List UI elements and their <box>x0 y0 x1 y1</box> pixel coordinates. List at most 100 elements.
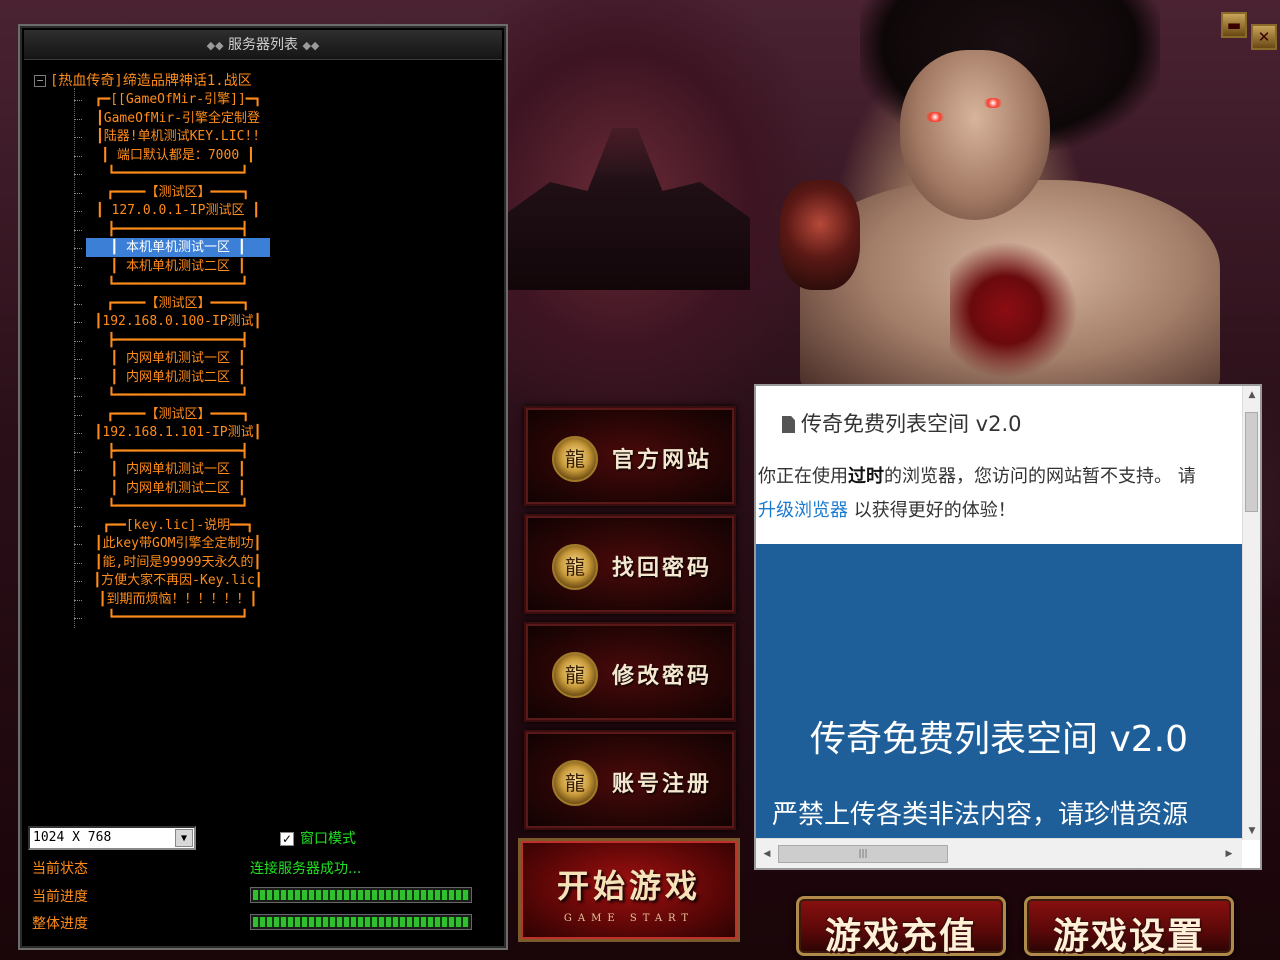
tree-item[interactable]: ┃ 127.0.0.1-IP测试区 ┃ <box>86 201 270 220</box>
browser-content: 传奇免费列表空间 v2.0 你正在使用过时的浏览器，您访问的网站暂不支持。 请 … <box>756 386 1242 840</box>
tree-item[interactable]: ┃到期而烦恼！！！！！！┃ <box>86 590 270 609</box>
tree-item[interactable]: ┃ 内网单机测试二区 ┃ <box>86 368 270 387</box>
tree-connector <box>74 322 82 323</box>
tree-item[interactable]: ┏━━━━【测试区】━━━━┓ <box>86 405 270 424</box>
official-site-label: 官方网站 <box>612 447 713 473</box>
current-progress-bar <box>250 887 472 903</box>
close-button[interactable]: ✕ <box>1251 24 1277 50</box>
upgrade-notice-suffix: 以获得更好的体验！ <box>848 500 1016 521</box>
tree-item[interactable]: ┃陆器!单机测试KEY.LIC!! <box>86 127 270 146</box>
tree-item[interactable]: ┃ 端口默认都是：7000 ┃ <box>86 146 270 165</box>
upgrade-browser-link[interactable]: 升级浏览器 <box>758 500 848 521</box>
notice-suffix: 的浏览器，您访问的网站暂不支持。 请 <box>884 466 1196 487</box>
checkbox-check-icon[interactable]: ✓ <box>280 832 294 846</box>
tree-item[interactable]: ┣━━━━━━━━━━━━━━━━┫ <box>86 331 270 350</box>
tree-item[interactable]: ┃192.168.0.100-IP测试┃ <box>86 312 270 331</box>
dragon-emblem-icon: 龍 <box>552 652 598 698</box>
overall-progress-fill <box>253 917 469 927</box>
tree-connector <box>74 581 82 582</box>
start-game-sublabel: GAME START <box>563 913 695 924</box>
tree-connector <box>74 526 82 527</box>
scroll-down-icon[interactable]: ▼ <box>1243 822 1261 840</box>
tree-connector <box>74 156 82 157</box>
tree-item[interactable]: ┗━━━━━━━━━━━━━━━━┛ <box>86 275 270 294</box>
diamond-ornament-icon: ◆◆ <box>302 39 320 52</box>
scroll-left-icon[interactable]: ◀ <box>760 845 774 863</box>
window-mode-label: 窗口模式 <box>300 831 356 847</box>
tree-connector <box>74 230 82 231</box>
outdated-browser-notice: 你正在使用过时的浏览器，您访问的网站暂不支持。 请 <box>758 462 1196 488</box>
change-password-button[interactable]: 龍 修改密码 <box>524 622 736 722</box>
tree-connector <box>74 359 82 360</box>
tree-item[interactable]: ┣━━━━━━━━━━━━━━━━┫ <box>86 220 270 239</box>
tree-connector <box>74 452 82 453</box>
upgrade-notice: 升级浏览器 以获得更好的体验！ <box>758 496 1016 522</box>
resolution-select[interactable]: 1024 X 768 ▼ <box>28 826 196 850</box>
tree-item[interactable]: ┏━━━━【测试区】━━━━┓ <box>86 183 270 202</box>
minimize-button[interactable]: ▬ <box>1221 12 1247 38</box>
collapse-icon[interactable]: − <box>34 75 46 87</box>
notice-bold: 过时 <box>848 466 884 487</box>
tree-item[interactable]: ┗━━━━━━━━━━━━━━━━┛ <box>86 386 270 405</box>
tree-item[interactable]: ┃ 本机单机测试一区 ┃ <box>86 238 270 257</box>
embedded-browser: 传奇免费列表空间 v2.0 你正在使用过时的浏览器，您访问的网站暂不支持。 请 … <box>754 384 1262 870</box>
tree-connector <box>74 433 82 434</box>
vertical-scroll-thumb[interactable] <box>1245 412 1258 512</box>
server-list-panel: ◆◆ 服务器列表 ◆◆ − [热血传奇]缔造品牌神话1.战区 ┏━[[GameOf… <box>18 24 508 950</box>
tree-item[interactable]: ┃ 内网单机测试一区 ┃ <box>86 460 270 479</box>
horizontal-scroll-thumb[interactable]: ||| <box>778 845 948 863</box>
tree-connector <box>74 137 82 138</box>
tree-item[interactable]: ┃方便大家不再因-Key.lic┃ <box>86 571 270 590</box>
tree-item[interactable]: ┃此key带GOM引擎全定制功┃ <box>86 534 270 553</box>
tree-item[interactable]: ┗━━━━━━━━━━━━━━━━┛ <box>86 608 270 627</box>
chevron-down-icon[interactable]: ▼ <box>175 829 193 847</box>
tree-connector <box>74 544 82 545</box>
tree-item[interactable]: ┃能,时间是99999天永久的┃ <box>86 553 270 572</box>
dragon-emblem-icon: 龍 <box>552 544 598 590</box>
tree-connector <box>74 193 82 194</box>
start-game-button[interactable]: 开始游戏 GAME START <box>518 838 740 942</box>
browser-page-title: 传奇免费列表空间 v2.0 <box>782 408 1022 438</box>
register-label: 账号注册 <box>612 771 713 797</box>
settings-label: 游戏设置 <box>1052 915 1205 957</box>
tree-connector <box>74 415 82 416</box>
tree-connector <box>74 563 82 564</box>
tree-item[interactable]: ┃ 内网单机测试二区 ┃ <box>86 479 270 498</box>
tree-item[interactable]: ┗━━━━━━━━━━━━━━━━┛ <box>86 164 270 183</box>
recharge-button[interactable]: 游戏充值 <box>796 896 1006 957</box>
diamond-ornament-icon: ◆◆ <box>206 39 224 52</box>
register-button[interactable]: 龍 账号注册 <box>524 730 736 830</box>
vertical-scrollbar[interactable]: ▲ ▼ <box>1242 386 1260 840</box>
tree-item[interactable]: ┏━━━━【测试区】━━━━┓ <box>86 294 270 313</box>
browser-title-text: 传奇免费列表空间 v2.0 <box>801 412 1022 436</box>
tree-connector <box>74 174 82 175</box>
change-password-label: 修改密码 <box>612 663 713 689</box>
close-icon: ✕ <box>1257 28 1271 46</box>
tree-item[interactable]: ┏━━[key.lic]-说明━━┓ <box>86 516 270 535</box>
scroll-right-icon[interactable]: ▶ <box>1222 845 1236 863</box>
tree-item[interactable]: ┏━[[GameOfMir-引擎]]━┓ <box>86 90 270 109</box>
tree-item[interactable]: ┃192.168.1.101-IP测试┃ <box>86 423 270 442</box>
recover-password-button[interactable]: 龍 找回密码 <box>524 514 736 614</box>
warrior-shoulder-armor <box>780 180 860 290</box>
tree-connector <box>74 267 82 268</box>
banner-subtitle: 严禁上传各类非法内容，请珍惜资源 <box>772 800 1189 830</box>
settings-button[interactable]: 游戏设置 <box>1024 896 1234 957</box>
notice-prefix: 你正在使用 <box>758 466 848 487</box>
start-game-label: 开始游戏 <box>556 867 701 905</box>
tree-item[interactable]: ┃GameOfMir-引擎全定制登 <box>86 109 270 128</box>
tree-connector <box>74 600 82 601</box>
tree-item[interactable]: ┗━━━━━━━━━━━━━━━━┛ <box>86 497 270 516</box>
horizontal-scrollbar[interactable]: ◀ ||| ▶ <box>756 838 1242 868</box>
tree-item[interactable]: ┃ 内网单机测试一区 ┃ <box>86 349 270 368</box>
tree-root-label: [热血传奇]缔造品牌神话1.战区 <box>50 73 252 89</box>
window-mode-checkbox[interactable]: ✓ 窗口模式 <box>280 828 356 848</box>
server-list-header: ◆◆ 服务器列表 ◆◆ <box>24 30 502 60</box>
scroll-up-icon[interactable]: ▲ <box>1243 386 1261 404</box>
tree-item[interactable]: ┣━━━━━━━━━━━━━━━━┫ <box>86 442 270 461</box>
tree-root-node[interactable]: − [热血传奇]缔造品牌神话1.战区 <box>34 70 252 90</box>
tree-connector <box>74 285 82 286</box>
official-site-button[interactable]: 龍 官方网站 <box>524 406 736 506</box>
tree-item[interactable]: ┃ 本机单机测试二区 ┃ <box>86 257 270 276</box>
tree-connector <box>74 378 82 379</box>
